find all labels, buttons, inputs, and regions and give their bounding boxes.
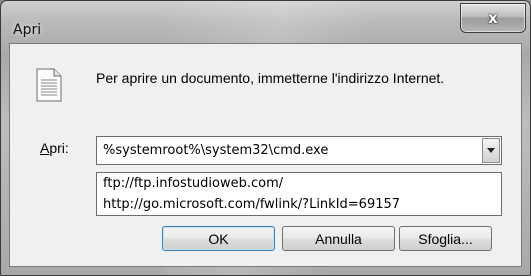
title-bar[interactable]: Apri x (1, 1, 530, 43)
list-item[interactable]: http://go.microsoft.com/fwlink/?LinkId=6… (97, 194, 501, 215)
ok-button[interactable]: OK (162, 226, 275, 251)
dialog-client-area: Per aprire un documento, immetterne l'in… (9, 43, 522, 267)
address-input[interactable]: %systemroot%\system32\cmd.exe (103, 143, 328, 158)
list-item[interactable]: ftp://ftp.infostudioweb.com/ (97, 173, 501, 194)
window-title: Apri (13, 22, 42, 38)
chevron-down-icon (487, 148, 495, 153)
cancel-button[interactable]: Annulla (282, 226, 395, 251)
close-icon: x (488, 9, 498, 27)
address-combobox[interactable]: %systemroot%\system32\cmd.exe (96, 136, 502, 165)
address-dropdown-list[interactable]: ftp://ftp.infostudioweb.com/ http://go.m… (96, 172, 502, 216)
instruction-message: Per aprire un documento, immetterne l'in… (96, 70, 445, 86)
dropdown-toggle-button[interactable] (482, 138, 500, 163)
dialog-window: Apri x Per aprire un documento, immetter… (0, 0, 531, 276)
document-icon (36, 68, 62, 106)
browse-button[interactable]: Sfoglia... (399, 226, 492, 251)
open-label: Apri: (40, 140, 69, 156)
close-button[interactable]: x (460, 3, 526, 33)
